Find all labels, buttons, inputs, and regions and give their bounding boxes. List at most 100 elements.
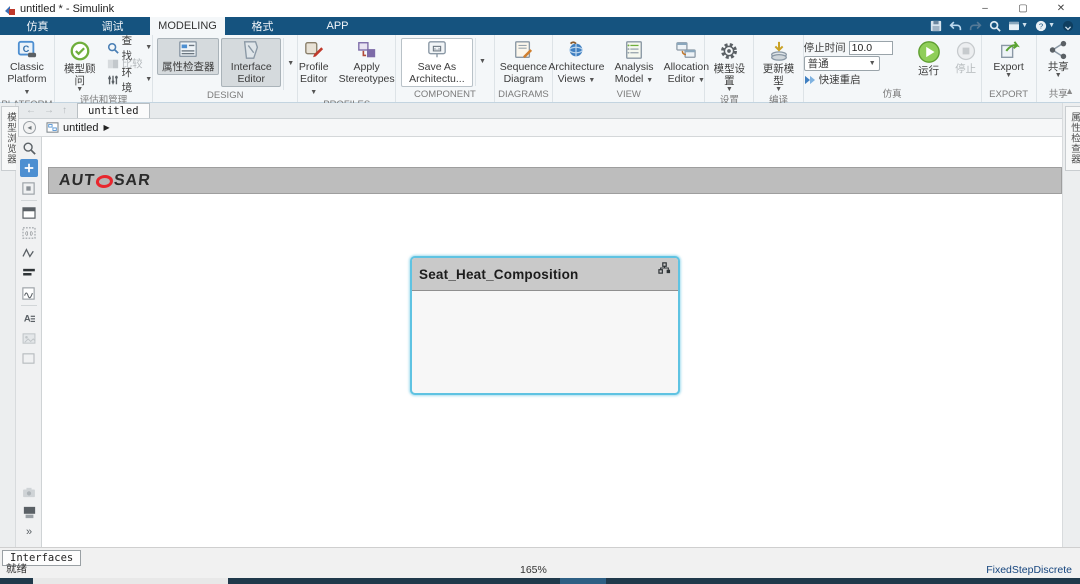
section-label-simulate: 仿真 [804, 89, 981, 102]
check-circle-icon [69, 40, 91, 62]
minimize-button[interactable]: – [966, 0, 1004, 17]
caret-down-icon: ▼ [76, 87, 83, 93]
scope-icon[interactable] [20, 284, 38, 302]
caret-down-icon: ▼ [1048, 23, 1055, 29]
section-simulate: 停止时间 普通 ▼ 快速重启 运行 停止 仿真 [804, 35, 982, 102]
svg-text:?: ? [1039, 22, 1043, 31]
camera-icon[interactable] [20, 483, 38, 501]
annotation-icon[interactable]: A [20, 309, 38, 327]
simulation-mode-select[interactable]: 普通 ▼ [804, 56, 880, 71]
apply-stereotypes-button[interactable]: Apply Stereotypes [335, 38, 399, 87]
expand-palette-button[interactable]: » [20, 523, 38, 541]
collapse-ribbon-button[interactable]: ▲ [1065, 86, 1074, 96]
breadcrumb-bar: ◂ untitled ▶ ▼ [16, 119, 1080, 137]
viewmark-icon[interactable]: 0 0 [20, 224, 38, 242]
play-icon [917, 40, 941, 64]
interface-editor-button[interactable]: Interface Editor [221, 38, 281, 87]
caret-down-icon: ▼ [869, 61, 876, 67]
model-advisor-button[interactable]: 模型顾问 ▼ [55, 38, 105, 95]
share-button[interactable]: 共享 ▼ [1044, 38, 1073, 81]
model-canvas[interactable]: AUTSAR Seat_Heat_Composition [42, 137, 1062, 547]
save-as-architecture-button[interactable]: <-> Save As Architectu... [401, 38, 473, 87]
section-evaluate: 模型顾问 ▼ 查找▼ 比较 环境▼ 评估和管理 [55, 35, 153, 102]
signal-icon[interactable] [20, 244, 38, 262]
architecture-views-icon [565, 40, 587, 60]
window-title: untitled * - Simulink [20, 3, 114, 15]
profile-editor-button[interactable]: Profile Editor ▼ [295, 38, 333, 99]
sequence-diagram-button[interactable]: Sequence Diagram [496, 38, 551, 87]
restore-button[interactable]: ▢ [1004, 0, 1042, 17]
analysis-model-button[interactable]: Analysis Model ▼ [610, 38, 657, 87]
find-button[interactable]: 查找▼ [107, 40, 153, 55]
status-ready-text: 就绪 [6, 561, 27, 576]
stop-time-input[interactable] [849, 41, 893, 55]
stop-time-row: 停止时间 [804, 40, 907, 55]
search-icon[interactable] [989, 20, 1001, 32]
zoom-icon[interactable] [20, 139, 38, 157]
subsystem-icon[interactable] [20, 204, 38, 222]
close-button[interactable]: ✕ [1042, 0, 1080, 17]
update-model-button[interactable]: 更新模型 ▼ [754, 38, 802, 95]
undo-icon[interactable] [949, 21, 962, 32]
stop-button[interactable]: 停止 [951, 38, 981, 77]
tab-format[interactable]: 格式 [225, 17, 300, 35]
model-settings-button[interactable]: 模型设置 ▼ [705, 38, 753, 95]
bottom-strip-blue-segment [560, 578, 606, 584]
image-icon[interactable] [20, 329, 38, 347]
tab-simulation[interactable]: 仿真 [0, 17, 75, 35]
composition-block[interactable]: Seat_Heat_Composition [410, 256, 680, 395]
property-inspector-vertical-tab[interactable]: 属性检查器 [1065, 106, 1080, 171]
fast-restart-button[interactable]: 快速重启 [804, 72, 907, 87]
section-profiles: Profile Editor ▼ Apply Stereotypes PROFI… [298, 35, 396, 102]
fit-to-view-icon[interactable] [20, 159, 38, 177]
legend-icon[interactable] [20, 264, 38, 282]
doc-nav-arrows: ← → ↑ [16, 103, 77, 118]
screenshot-icon[interactable] [20, 503, 38, 521]
run-button[interactable]: 运行 [913, 38, 945, 79]
screen-layout-icon[interactable]: ▼ [1008, 21, 1028, 31]
save-icon[interactable] [930, 20, 942, 32]
caret-down-icon: ▼ [775, 87, 782, 93]
section-label-component: COMPONENT [396, 89, 493, 102]
nav-back-icon[interactable]: ← [26, 105, 36, 116]
autosar-banner: AUTSAR [48, 167, 1062, 194]
caret-down-icon: ▼ [287, 61, 294, 67]
architecture-views-button[interactable]: Architecture Views ▼ [544, 38, 608, 87]
composition-block-header[interactable]: Seat_Heat_Composition [412, 258, 678, 291]
section-view: Architecture Views ▼ Analysis Model ▼ Al… [553, 35, 705, 102]
nav-forward-icon[interactable]: → [44, 105, 54, 116]
breadcrumb-chevron-icon[interactable]: ▶ [103, 123, 109, 132]
right-panel-strip: 属性检查器 [1062, 103, 1080, 547]
redo-icon[interactable] [969, 21, 982, 32]
tab-app[interactable]: APP [300, 17, 375, 35]
share-icon [1048, 40, 1068, 60]
classic-platform-button[interactable]: C Classic Platform ▼ [0, 38, 54, 99]
area-icon[interactable] [20, 349, 38, 367]
caret-down-icon: ▼ [1021, 23, 1028, 29]
environment-button[interactable]: 环境▼ [107, 72, 153, 87]
search-icon [107, 42, 119, 54]
tab-modeling[interactable]: MODELING [150, 17, 225, 35]
viewport-icon[interactable] [20, 179, 38, 197]
nav-up-icon[interactable]: ↑ [62, 105, 67, 116]
quick-access-toolbar: ▼ ?▼ [930, 17, 1078, 35]
compare-icon [107, 58, 119, 70]
simulink-app-icon [4, 3, 16, 15]
inspector-icon [177, 40, 199, 60]
save-as-architecture-icon: <-> [425, 40, 449, 60]
section-compile: 更新模型 ▼ 编译 [754, 35, 803, 102]
doc-tab-untitled[interactable]: untitled [77, 103, 150, 118]
property-inspector-button[interactable]: 属性检查器 [157, 38, 219, 75]
section-label-diagrams: DIAGRAMS [495, 89, 553, 102]
hide-browser-button[interactable]: ◂ [23, 121, 36, 134]
breadcrumb-item-untitled[interactable]: untitled [63, 122, 98, 134]
status-solver-link[interactable]: FixedStepDiscrete [986, 564, 1072, 576]
help-icon[interactable]: ?▼ [1035, 20, 1055, 32]
component-dropdown-button[interactable]: ▼ [475, 38, 489, 86]
gear-icon [718, 40, 740, 62]
profile-editor-icon [303, 40, 325, 60]
export-button[interactable]: Export ▼ [989, 38, 1027, 81]
caret-down-icon: ▼ [145, 45, 152, 51]
account-icon[interactable] [1062, 20, 1074, 32]
canvas-tool-palette: 0 0 A » [16, 137, 42, 547]
